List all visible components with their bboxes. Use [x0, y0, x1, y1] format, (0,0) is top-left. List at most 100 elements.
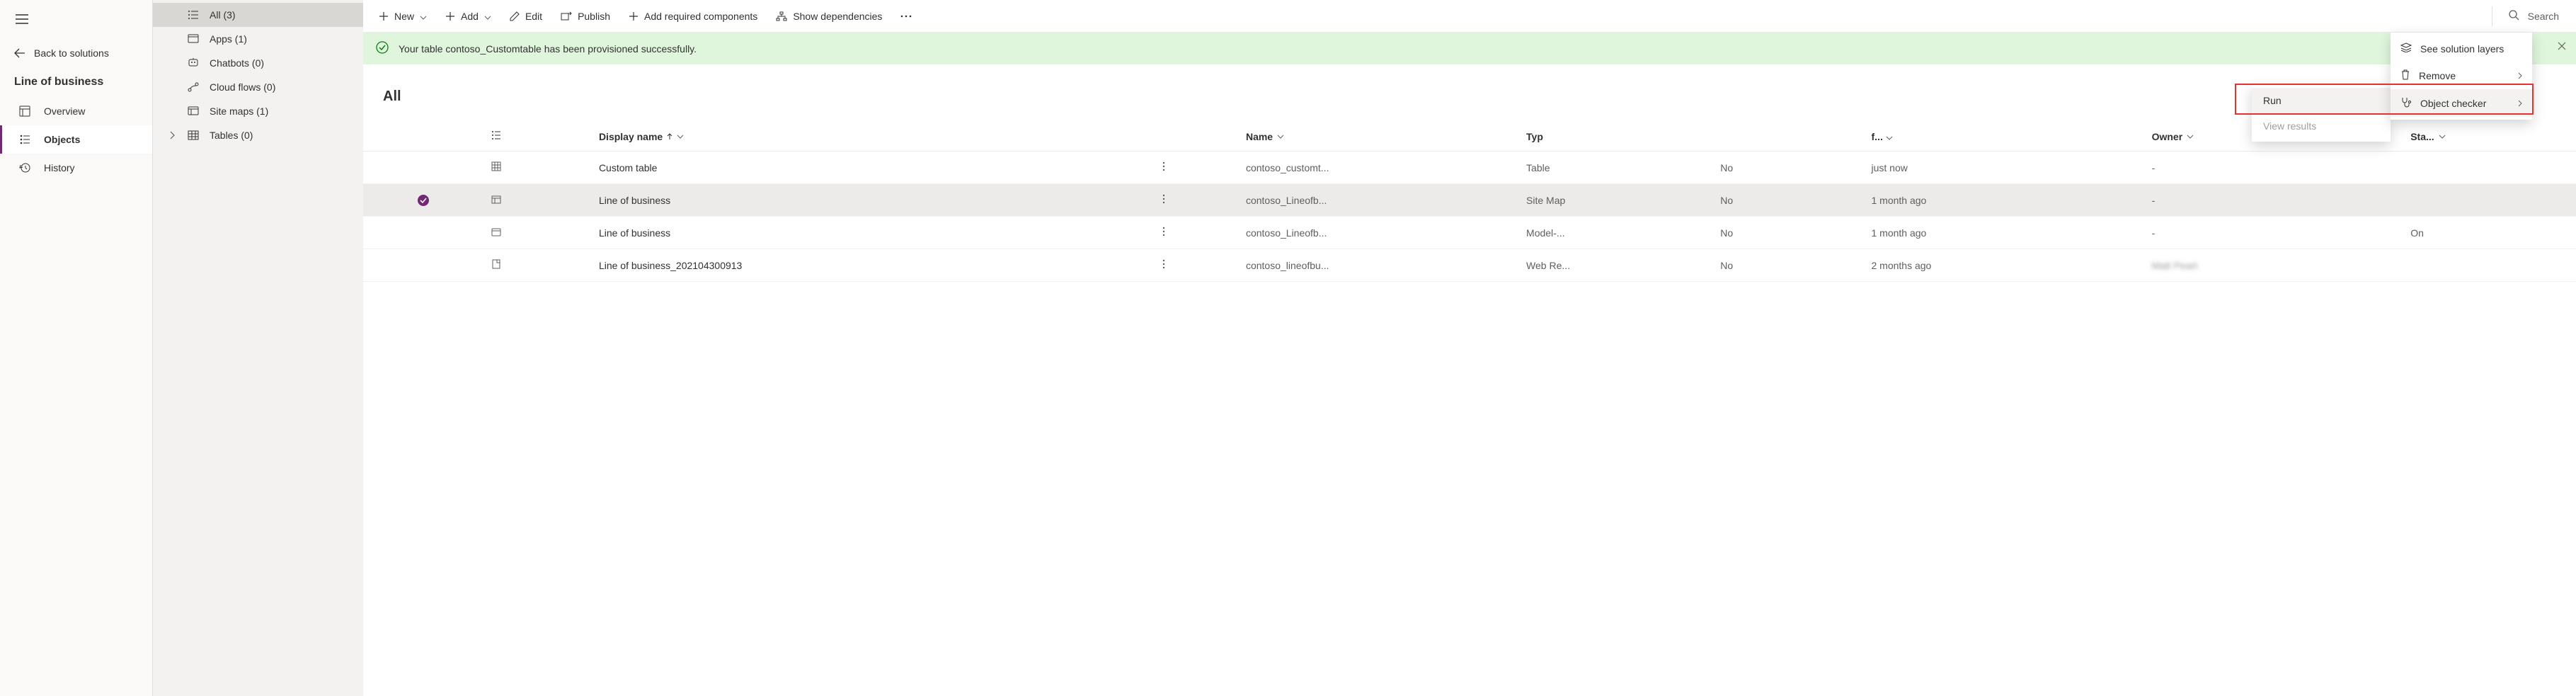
edit-button[interactable]: Edit [501, 5, 551, 28]
chatbot-icon [187, 57, 200, 69]
submenu-view-results: View results [2252, 113, 2391, 139]
search-input[interactable]: Search [2498, 4, 2569, 28]
notification-message: Your table contoso_Customtable has been … [399, 43, 697, 55]
object-checker-submenu: Run View results [2252, 85, 2391, 142]
owner-cell: Matt Peart [2152, 260, 2198, 271]
col-icon-header[interactable] [484, 122, 592, 152]
table-row[interactable]: Line of businesscontoso_Lineofb...Model-… [363, 217, 2576, 249]
status-cell [2403, 249, 2576, 282]
submenu-run[interactable]: Run [2252, 88, 2391, 113]
plus-icon [379, 11, 389, 21]
chevron-down-icon [420, 11, 427, 22]
type-cell: Site Map [1519, 184, 1713, 217]
col-status[interactable]: Sta... [2403, 122, 2576, 152]
tree-label: Cloud flows (0) [210, 81, 275, 93]
object-tree: All (3) Apps (1) Chatbots (0) Cloud flow… [152, 0, 363, 696]
nav-label: History [44, 162, 75, 173]
sort-asc-icon [667, 133, 672, 140]
tree-item-apps[interactable]: Apps (1) [153, 27, 363, 51]
table-row[interactable]: Custom tablecontoso_customt...TableNojus… [363, 152, 2576, 184]
ellipsis-icon [900, 15, 912, 18]
menu-label: Object checker [2420, 98, 2486, 109]
objects-icon [18, 134, 31, 145]
cmd-label: Show dependencies [793, 11, 882, 22]
modified-cell: 2 months ago [1865, 249, 2145, 282]
show-dependencies-button[interactable]: Show dependencies [767, 5, 891, 28]
publish-button[interactable]: Publish [552, 5, 619, 28]
tree-label: Chatbots (0) [210, 57, 264, 69]
type-cell: Model-... [1519, 217, 1713, 249]
cmd-label: Edit [525, 11, 542, 22]
tree-item-tables[interactable]: Tables (0) [153, 123, 363, 147]
menu-object-checker[interactable]: Object checker [2391, 89, 2532, 117]
nav-item-history[interactable]: History [0, 154, 152, 182]
row-more-button[interactable] [1160, 257, 1168, 274]
modified-cell: 1 month ago [1865, 217, 2145, 249]
row-more-button[interactable] [1160, 192, 1168, 209]
nav-item-overview[interactable]: Overview [0, 97, 152, 125]
publish-icon [561, 11, 572, 21]
table-row[interactable]: Line of business_202104300913contoso_lin… [363, 249, 2576, 282]
modified-cell: just now [1865, 152, 2145, 184]
close-notification-button[interactable] [2558, 41, 2566, 52]
chevron-right-icon [2518, 98, 2522, 109]
new-button[interactable]: New [370, 5, 435, 28]
row-type-icon [484, 184, 592, 217]
row-more-button[interactable] [1160, 159, 1168, 176]
owner-cell: - [2152, 162, 2156, 173]
add-button[interactable]: Add [437, 5, 500, 28]
nav-label: Objects [44, 134, 80, 145]
trash-icon [2400, 69, 2410, 82]
owner-cell: - [2152, 227, 2156, 239]
col-modified-frag[interactable]: f... [1865, 122, 2145, 152]
back-to-solutions[interactable]: Back to solutions [0, 40, 152, 66]
display-name-cell[interactable]: Line of business_202104300913 [592, 249, 1152, 282]
type-cell: Table [1519, 152, 1713, 184]
display-name-cell[interactable]: Line of business [592, 217, 1152, 249]
modified-cell: 1 month ago [1865, 184, 2145, 217]
more-commands-button[interactable] [892, 9, 920, 23]
tree-item-cloud-flows[interactable]: Cloud flows (0) [153, 75, 363, 99]
display-name-cell[interactable]: Custom table [592, 152, 1152, 184]
hamburger-menu[interactable] [0, 11, 152, 40]
add-required-components-button[interactable]: Add required components [620, 5, 766, 28]
tree-item-chatbots[interactable]: Chatbots (0) [153, 51, 363, 75]
back-arrow-icon [14, 48, 25, 58]
layers-icon [2400, 42, 2412, 55]
row-more-button[interactable] [1160, 224, 1168, 241]
chevron-right-icon [2518, 70, 2522, 81]
plus-icon [629, 11, 639, 21]
menu-see-solution-layers[interactable]: See solution layers [2391, 35, 2532, 62]
objects-table: Display name Name Typ f... Owner Sta... [363, 122, 2576, 282]
status-cell [2403, 152, 2576, 184]
table-row[interactable]: Line of businesscontoso_Lineofb...Site M… [363, 184, 2576, 217]
tree-item-all[interactable]: All (3) [153, 3, 363, 27]
command-bar: New Add Edit Publish Add required compon… [363, 0, 2576, 33]
managed-cell: No [1713, 249, 1864, 282]
menu-remove[interactable]: Remove [2391, 62, 2532, 89]
main-area: New Add Edit Publish Add required compon… [363, 0, 2576, 696]
tree-label: Tables (0) [210, 130, 253, 141]
success-notification: Your table contoso_Customtable has been … [363, 33, 2576, 64]
submenu-label: View results [2263, 120, 2316, 132]
history-icon [18, 162, 31, 173]
col-display-name[interactable]: Display name [592, 122, 1152, 152]
chevron-right-icon [167, 131, 177, 139]
col-type[interactable]: Typ [1519, 122, 1713, 152]
stethoscope-icon [2400, 96, 2412, 110]
cmd-label: Add required components [644, 11, 757, 22]
tree-label: Site maps (1) [210, 105, 268, 117]
flow-icon [187, 81, 200, 93]
menu-label: See solution layers [2420, 43, 2504, 55]
success-icon [376, 41, 389, 56]
col-name[interactable]: Name [1239, 122, 1519, 152]
managed-cell: No [1713, 184, 1864, 217]
row-type-icon [484, 217, 592, 249]
list-icon [187, 9, 200, 21]
display-name-cell[interactable]: Line of business [592, 184, 1152, 217]
dependencies-icon [776, 11, 787, 21]
context-menu: See solution layers Remove Object checke… [2391, 33, 2532, 120]
menu-label: Remove [2419, 70, 2456, 81]
nav-item-objects[interactable]: Objects [0, 125, 152, 154]
tree-item-site-maps[interactable]: Site maps (1) [153, 99, 363, 123]
